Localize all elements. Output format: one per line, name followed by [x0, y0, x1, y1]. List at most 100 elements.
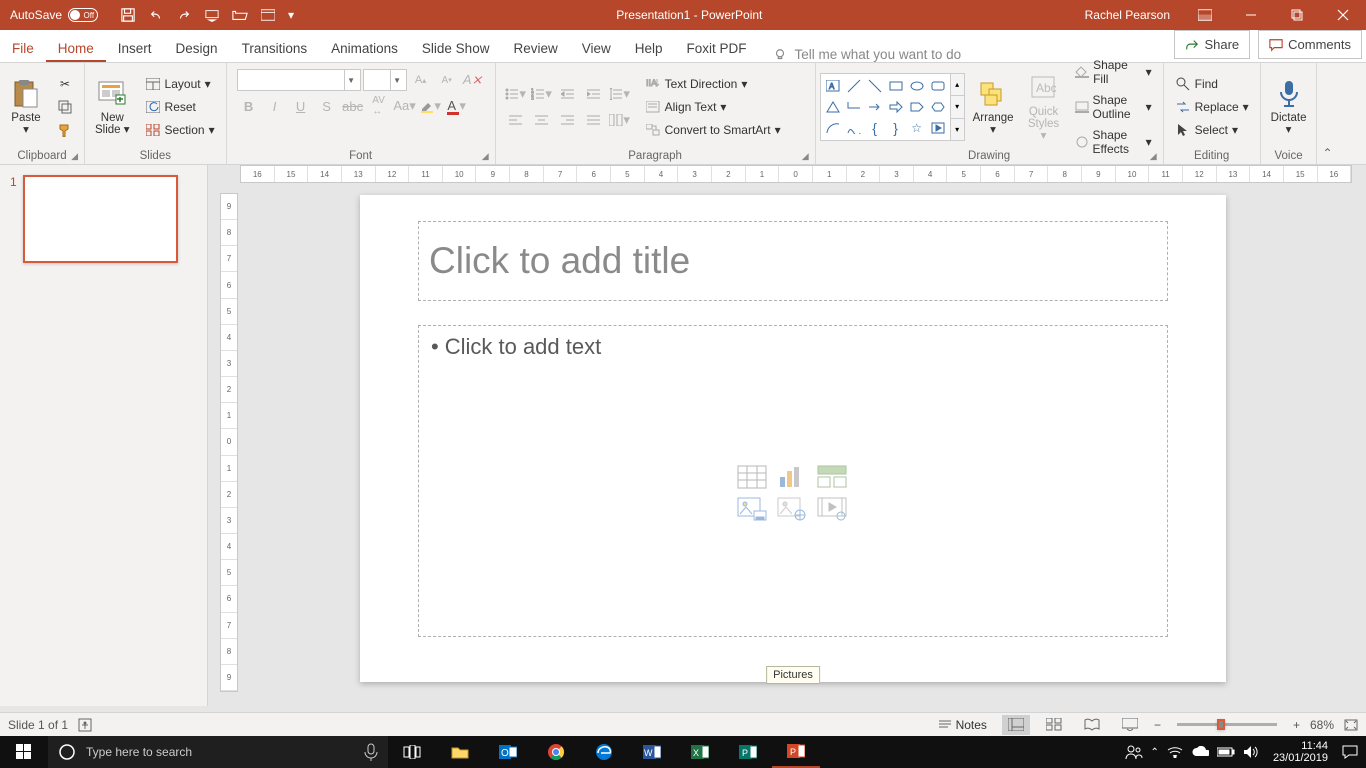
zoom-slider[interactable] [1177, 723, 1277, 726]
tab-transitions[interactable]: Transitions [230, 33, 320, 62]
shape-arrow-icon[interactable] [865, 97, 885, 117]
undo-icon[interactable] [144, 3, 168, 27]
shapes-gallery-scroll[interactable]: ▴▾▾ [951, 73, 965, 141]
accessibility-icon[interactable] [78, 718, 92, 732]
section-button[interactable]: Section ▾ [140, 120, 220, 140]
insert-chart-icon[interactable] [775, 463, 809, 491]
scroll-down-icon[interactable]: ▾ [951, 96, 964, 118]
scroll-up-icon[interactable]: ▴ [951, 74, 964, 96]
line-spacing-button[interactable]: ▾ [608, 83, 632, 105]
shape-textbox-icon[interactable]: A [823, 76, 843, 96]
shape-arc-icon[interactable] [823, 118, 843, 138]
font-name-combo[interactable]: ▼ [237, 69, 361, 91]
shape-line2-icon[interactable] [865, 76, 885, 96]
align-center-button[interactable] [530, 109, 554, 131]
mic-icon[interactable] [364, 743, 378, 761]
notes-button[interactable]: Notes [933, 716, 992, 734]
zoom-slider-thumb[interactable] [1217, 719, 1225, 730]
redo-icon[interactable] [172, 3, 196, 27]
columns-button[interactable]: ▾ [608, 109, 632, 131]
shape-brace-left-icon[interactable]: { [865, 118, 885, 138]
tab-file[interactable]: File [0, 33, 46, 62]
shapes-gallery[interactable]: A { } ☆ [820, 73, 951, 141]
change-case-button[interactable]: Aa▾ [393, 95, 417, 117]
action-center-icon[interactable] [1342, 745, 1358, 759]
tray-overflow-icon[interactable]: ⌃ [1151, 747, 1159, 758]
shape-triangle-icon[interactable] [823, 97, 843, 117]
shape-elbow-icon[interactable] [844, 97, 864, 117]
bold-button[interactable]: B [237, 95, 261, 117]
tab-animations[interactable]: Animations [319, 33, 410, 62]
start-from-beginning-icon[interactable] [200, 3, 224, 27]
shape-star-icon[interactable]: ☆ [907, 118, 927, 138]
slide-canvas[interactable]: Click to add title •Click to add text Pi… [360, 195, 1226, 682]
tab-slide-show[interactable]: Slide Show [410, 33, 502, 62]
slideshow-view-button[interactable] [1116, 715, 1144, 735]
tell-me-search[interactable]: Tell me what you want to do [759, 47, 976, 62]
share-button[interactable]: Share [1174, 30, 1250, 59]
tab-review[interactable]: Review [501, 33, 569, 62]
bullets-button[interactable]: ▾ [504, 83, 528, 105]
chrome-button[interactable] [532, 736, 580, 768]
char-spacing-button[interactable]: AV↔ [367, 95, 391, 117]
font-color-button[interactable]: A▾ [445, 95, 469, 117]
insert-smartart-icon[interactable] [815, 463, 849, 491]
font-size-input[interactable] [364, 73, 390, 87]
insert-video-icon[interactable] [815, 495, 849, 523]
slide-thumbnail[interactable] [23, 175, 178, 263]
taskbar-clock[interactable]: 11:44 23/01/2019 [1267, 740, 1334, 764]
text-direction-button[interactable]: IIAText Direction ▾ [640, 74, 753, 94]
align-right-button[interactable] [556, 109, 580, 131]
dialog-launcher-icon[interactable]: ◢ [71, 151, 78, 162]
copy-button[interactable] [52, 97, 78, 117]
quick-styles-button[interactable]: Abc QuickStyles ▾ [1022, 67, 1066, 147]
shape-oval-icon[interactable] [907, 76, 927, 96]
tab-help[interactable]: Help [623, 33, 675, 62]
publisher-button[interactable]: P [724, 736, 772, 768]
window-icon[interactable] [256, 3, 280, 27]
edge-button[interactable] [580, 736, 628, 768]
content-placeholder[interactable]: •Click to add text Pictures [418, 325, 1168, 637]
grow-font-button[interactable]: A▴ [409, 69, 433, 91]
cut-button[interactable]: ✂ [52, 74, 78, 94]
shape-action-icon[interactable] [928, 118, 948, 138]
insert-table-icon[interactable] [735, 463, 769, 491]
italic-button[interactable]: I [263, 95, 287, 117]
qat-customize-icon[interactable]: ▾ [284, 3, 298, 27]
normal-view-button[interactable] [1002, 715, 1030, 735]
decrease-indent-button[interactable] [556, 83, 580, 105]
paste-button[interactable]: Paste▾ [4, 67, 48, 147]
chevron-down-icon[interactable]: ▼ [390, 70, 404, 90]
fit-to-window-button[interactable] [1344, 719, 1358, 731]
zoom-level[interactable]: 68% [1310, 718, 1334, 732]
shape-block-arrow-icon[interactable] [886, 97, 906, 117]
word-button[interactable]: W [628, 736, 676, 768]
numbering-button[interactable]: 123▾ [530, 83, 554, 105]
onedrive-icon[interactable] [1191, 746, 1209, 758]
start-button[interactable] [0, 736, 48, 768]
select-button[interactable]: Select ▾ [1170, 120, 1254, 140]
layout-button[interactable]: Layout ▾ [140, 74, 220, 94]
increase-indent-button[interactable] [582, 83, 606, 105]
powerpoint-button[interactable]: P [772, 736, 820, 768]
collapse-ribbon-button[interactable]: ⌃ [1317, 63, 1337, 164]
dictate-button[interactable]: Dictate▾ [1265, 67, 1313, 147]
zoom-out-button[interactable]: − [1154, 718, 1161, 732]
excel-button[interactable]: X [676, 736, 724, 768]
outlook-button[interactable]: O [484, 736, 532, 768]
shape-pentagon-icon[interactable] [907, 97, 927, 117]
file-explorer-button[interactable] [436, 736, 484, 768]
tab-home[interactable]: Home [46, 33, 106, 62]
battery-icon[interactable] [1217, 747, 1235, 757]
format-painter-button[interactable] [52, 120, 78, 140]
insert-pictures-icon[interactable] [735, 495, 769, 523]
volume-icon[interactable] [1243, 745, 1259, 759]
dialog-launcher-icon[interactable]: ◢ [802, 151, 809, 162]
strikethrough-button[interactable]: abc [341, 95, 365, 117]
open-icon[interactable] [228, 3, 252, 27]
shape-curve-icon[interactable] [844, 118, 864, 138]
autosave-toggle[interactable]: Off [68, 8, 98, 22]
task-view-button[interactable] [388, 736, 436, 768]
ribbon-display-icon[interactable] [1182, 0, 1228, 30]
user-name[interactable]: Rachel Pearson [1073, 8, 1182, 22]
